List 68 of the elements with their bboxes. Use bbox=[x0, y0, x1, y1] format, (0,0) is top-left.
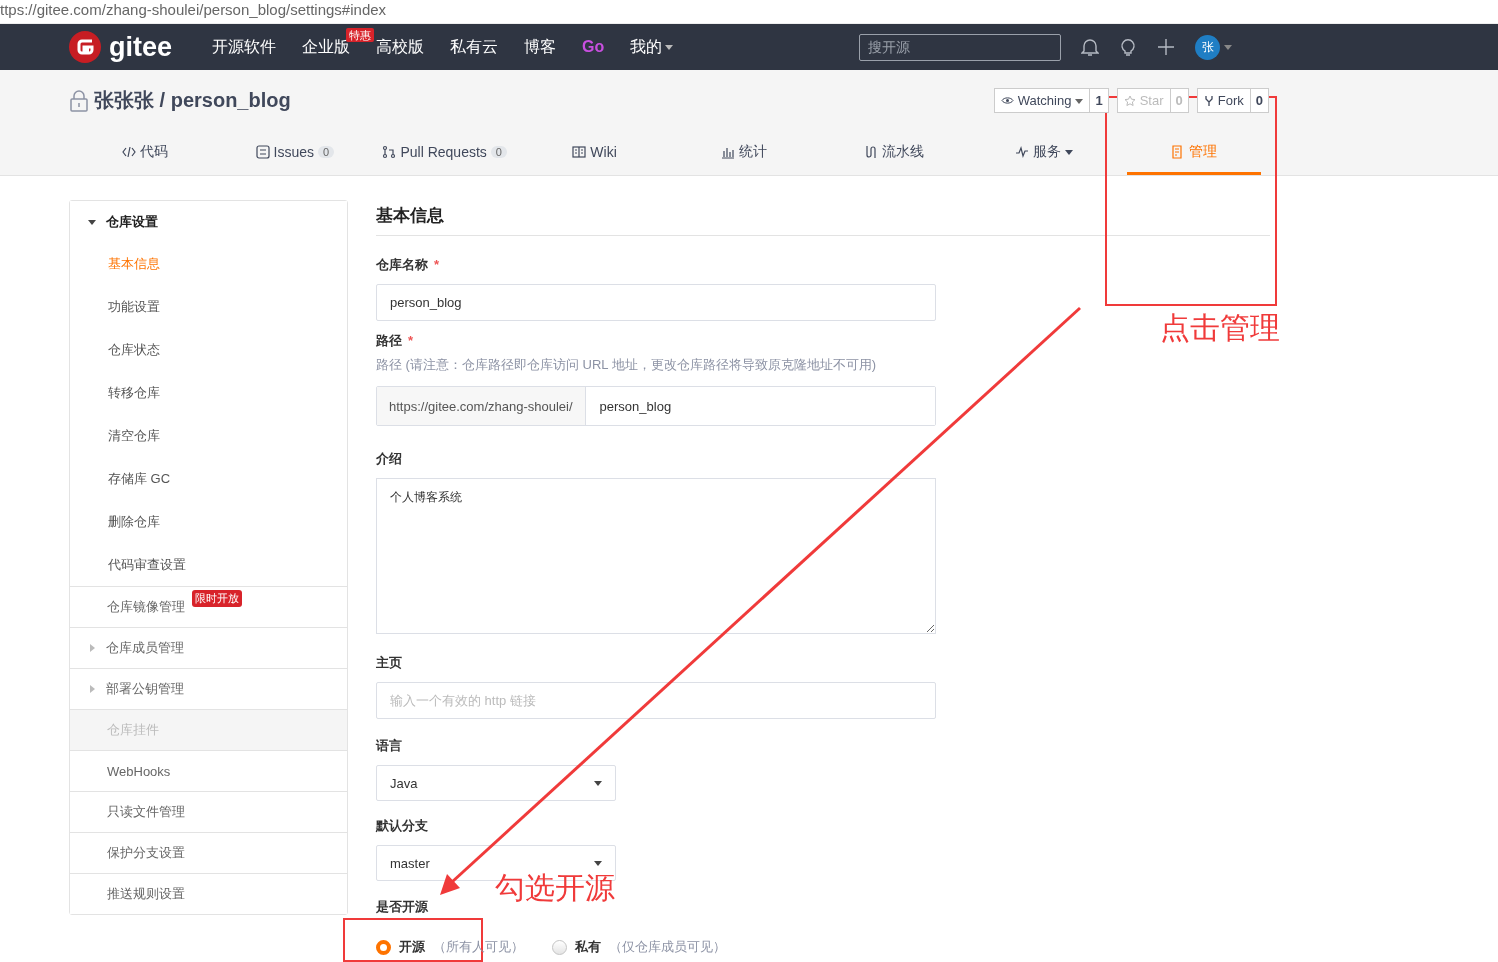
repo-tab[interactable]: 服务 bbox=[977, 131, 1112, 175]
pulse-icon bbox=[1015, 144, 1030, 159]
repo-title[interactable]: 张张张 / person_blog bbox=[94, 87, 291, 115]
nav-link[interactable]: 开源软件 bbox=[212, 36, 277, 58]
field-label: 主页 bbox=[376, 654, 402, 672]
search-field[interactable]: 搜开源 bbox=[859, 33, 1062, 61]
sidebar-subitem[interactable]: 存储库 GC bbox=[70, 457, 347, 500]
code-icon bbox=[121, 144, 136, 159]
field-label: 介绍 bbox=[376, 450, 402, 468]
description-field[interactable]: 个人博客系统 bbox=[376, 478, 936, 634]
gitee-logo[interactable]: gitee bbox=[69, 31, 173, 63]
field-label: 是否开源 bbox=[376, 898, 428, 916]
annotation-text: 点击管理 bbox=[1160, 310, 1280, 346]
repo-tab[interactable]: 代码 bbox=[78, 131, 212, 175]
repo-tab[interactable]: Pull Requests 0 bbox=[377, 131, 512, 175]
lock-icon bbox=[70, 89, 88, 112]
promo-badge: 特惠 bbox=[346, 27, 375, 42]
pull-request-icon bbox=[382, 144, 397, 159]
caret-icon bbox=[594, 779, 602, 787]
nav-link[interactable]: 博客 bbox=[524, 36, 557, 58]
caret-icon bbox=[1075, 96, 1084, 105]
nav-link[interactable]: 我的 bbox=[630, 36, 674, 58]
caret-icon bbox=[88, 217, 96, 226]
bell-icon[interactable] bbox=[1081, 37, 1100, 57]
radio-button[interactable] bbox=[552, 939, 567, 955]
sidebar-subitem[interactable]: 清空仓库 bbox=[70, 414, 347, 457]
field-label: 仓库名称 * bbox=[376, 256, 440, 274]
sidebar-subitem[interactable]: 功能设置 bbox=[70, 285, 347, 328]
address-bar-url[interactable]: ttps://gitee.com/zhang-shoulei/person_blog/settings#index bbox=[0, 1, 387, 19]
repo-tab[interactable]: 统计 bbox=[677, 131, 812, 175]
caret-icon bbox=[665, 43, 674, 51]
sidebar-subitem[interactable]: 转移仓库 bbox=[70, 371, 347, 414]
nav-link[interactable]: 私有云 bbox=[450, 36, 499, 58]
nav-link[interactable]: 高校版 bbox=[376, 36, 425, 58]
caret-icon bbox=[594, 859, 602, 867]
logo-icon bbox=[69, 31, 101, 63]
repo-tab[interactable]: 流水线 bbox=[827, 131, 962, 175]
pipeline-icon bbox=[864, 144, 879, 159]
select-field[interactable]: Java bbox=[376, 765, 616, 801]
field-label: 默认分支 bbox=[376, 817, 428, 835]
field-label: 路径 * bbox=[376, 332, 414, 350]
eye-icon bbox=[1000, 96, 1014, 106]
repo-tab[interactable]: Wiki bbox=[527, 131, 662, 175]
caret-icon bbox=[88, 685, 96, 693]
user-avatar[interactable]: 张 bbox=[1195, 34, 1221, 60]
lightbulb-icon[interactable] bbox=[1119, 37, 1138, 57]
plus-icon[interactable] bbox=[1157, 38, 1176, 56]
sidebar-subitem[interactable]: 代码审查设置 bbox=[70, 543, 347, 586]
field-hint: 路径 (请注意：仓库路径即仓库访问 URL 地址，更改仓库路径将导致原克隆地址不可用) bbox=[376, 356, 878, 374]
section-title: 基本信息 bbox=[376, 200, 1270, 236]
fork-icon bbox=[1203, 94, 1214, 107]
list-icon bbox=[255, 144, 270, 159]
star-icon bbox=[1123, 94, 1136, 107]
book-icon bbox=[572, 144, 587, 159]
path-field[interactable]: https://gitee.com/zhang-shoulei/ person_blog bbox=[376, 386, 936, 426]
field-label: 语言 bbox=[376, 737, 402, 755]
repo-action-button[interactable]: Fork 0 bbox=[1196, 88, 1269, 114]
repo-action-button[interactable]: Watching 1 bbox=[993, 88, 1109, 114]
radio-option[interactable]: 私有 （仅仓库成员可见） bbox=[552, 938, 726, 956]
limited-badge: 限时开放 bbox=[192, 590, 242, 607]
sidebar-subitem[interactable]: 仓库状态 bbox=[70, 328, 347, 371]
caret-icon bbox=[88, 644, 96, 652]
radio-button[interactable] bbox=[376, 939, 391, 955]
caret-icon bbox=[1224, 43, 1233, 51]
caret-icon bbox=[1065, 147, 1074, 156]
repo-tab[interactable]: Issues 0 bbox=[227, 131, 362, 175]
sidebar-subitem[interactable]: 删除仓库 bbox=[70, 500, 347, 543]
text-field[interactable]: person_blog bbox=[376, 284, 936, 321]
